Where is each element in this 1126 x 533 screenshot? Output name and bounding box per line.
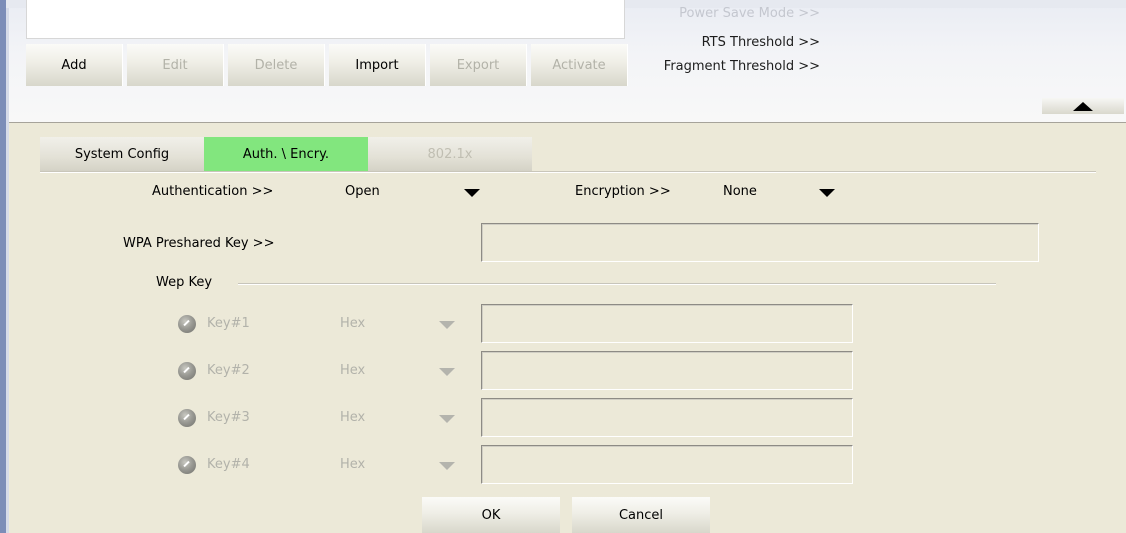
authentication-dropdown-icon[interactable] [464,189,480,197]
key1-radio[interactable] [178,315,196,333]
ok-button[interactable]: OK [422,497,560,533]
key3-label: Key#3 [207,410,250,425]
key1-dropdown-icon[interactable] [439,321,455,329]
rts-threshold-link[interactable]: RTS Threshold >> [630,35,820,50]
key4-dropdown-icon[interactable] [439,462,455,470]
encryption-dropdown-icon[interactable] [819,189,835,197]
key3-radio[interactable] [178,409,196,427]
encryption-label: Encryption >> [575,184,671,199]
profile-list[interactable] [26,0,625,39]
key4-radio[interactable] [178,456,196,474]
key1-format[interactable]: Hex [340,316,365,331]
key3-input[interactable] [481,398,853,437]
collapse-button[interactable] [1042,98,1124,114]
authentication-select-value[interactable]: Open [345,184,380,199]
key2-radio[interactable] [178,362,196,380]
wep-key-group-label: Wep Key [156,275,213,290]
key4-label: Key#4 [207,457,250,472]
key2-format[interactable]: Hex [340,363,365,378]
key2-dropdown-icon[interactable] [439,368,455,376]
import-button[interactable]: Import [329,44,426,86]
export-button[interactable]: Export [430,44,527,86]
cancel-button[interactable]: Cancel [572,497,710,533]
key3-dropdown-icon[interactable] [439,415,455,423]
activate-button[interactable]: Activate [531,44,628,86]
key3-format[interactable]: Hex [340,410,365,425]
key2-input[interactable] [481,351,853,390]
key1-label: Key#1 [207,316,250,331]
add-button[interactable]: Add [26,44,123,86]
wep-key-group-line [238,283,996,285]
key4-input[interactable] [481,445,853,484]
wpa-preshared-key-label: WPA Preshared Key >> [123,236,275,251]
delete-button[interactable]: Delete [228,44,325,86]
power-save-link[interactable]: Power Save Mode >> [630,6,820,21]
tab-auth-encryption[interactable]: Auth. \ Encry. [204,137,368,171]
divider [9,122,1126,123]
chevron-up-icon [1073,101,1093,111]
authentication-label: Authentication >> [152,184,274,199]
fragment-threshold-link[interactable]: Fragment Threshold >> [630,59,820,74]
tab-8021x[interactable]: 802.1x [368,137,532,171]
encryption-select-value[interactable]: None [723,184,757,199]
tab-system-config[interactable]: System Config [40,137,204,171]
key1-input[interactable] [481,304,853,343]
tab-divider [40,171,1096,173]
key4-format[interactable]: Hex [340,457,365,472]
edit-button[interactable]: Edit [127,44,224,86]
key2-label: Key#2 [207,363,250,378]
wpa-preshared-key-input[interactable] [481,223,1039,262]
window-left-border [0,0,9,533]
